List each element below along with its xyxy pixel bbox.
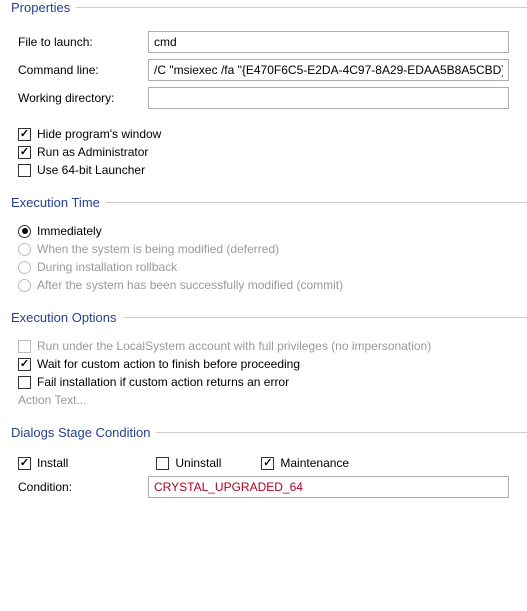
rollback-label: During installation rollback — [37, 260, 177, 274]
rollback-radio — [18, 261, 31, 274]
working-directory-row: Working directory: — [18, 87, 509, 109]
hide-window-label: Hide program's window — [37, 127, 161, 141]
properties-section: Properties File to launch: Command line:… — [0, 0, 527, 195]
dialogs-stage-section: Dialogs Stage Condition Install Uninstal… — [0, 425, 527, 518]
condition-row: Condition: — [18, 476, 509, 498]
fail-row[interactable]: Fail installation if custom action retur… — [18, 375, 509, 389]
commit-row: After the system has been successfully m… — [18, 278, 509, 292]
commit-label: After the system has been successfully m… — [37, 278, 343, 292]
install-label: Install — [37, 456, 68, 470]
deferred-radio — [18, 243, 31, 256]
maintenance-label: Maintenance — [280, 456, 349, 470]
command-line-label: Command line: — [18, 63, 148, 77]
wait-row[interactable]: Wait for custom action to finish before … — [18, 357, 509, 371]
stage-checks-row: Install Uninstall Maintenance — [18, 456, 509, 470]
localsystem-label: Run under the LocalSystem account with f… — [37, 339, 431, 353]
fail-checkbox[interactable] — [18, 376, 31, 389]
run-as-admin-label: Run as Administrator — [37, 145, 148, 159]
execution-options-legend: Execution Options — [0, 310, 123, 325]
immediately-radio[interactable] — [18, 225, 31, 238]
uninstall-label: Uninstall — [175, 456, 221, 470]
fail-label: Fail installation if custom action retur… — [37, 375, 289, 389]
action-text-row[interactable]: Action Text... — [18, 393, 509, 407]
properties-legend: Properties — [0, 0, 76, 15]
install-row[interactable]: Install — [18, 456, 68, 470]
immediately-row[interactable]: Immediately — [18, 224, 509, 238]
file-to-launch-label: File to launch: — [18, 35, 148, 49]
use-64bit-checkbox[interactable] — [18, 164, 31, 177]
working-directory-input[interactable] — [148, 87, 509, 109]
wait-checkbox[interactable] — [18, 358, 31, 371]
hide-window-checkbox[interactable] — [18, 128, 31, 141]
command-line-row: Command line: — [18, 59, 509, 81]
install-checkbox[interactable] — [18, 457, 31, 470]
execution-time-legend: Execution Time — [0, 195, 106, 210]
action-text-link[interactable]: Action Text... — [18, 393, 86, 407]
file-to-launch-row: File to launch: — [18, 31, 509, 53]
deferred-label: When the system is being modified (defer… — [37, 242, 279, 256]
run-as-admin-checkbox[interactable] — [18, 146, 31, 159]
file-to-launch-input[interactable] — [148, 31, 509, 53]
run-as-admin-row[interactable]: Run as Administrator — [18, 145, 509, 159]
working-directory-label: Working directory: — [18, 91, 148, 105]
maintenance-row[interactable]: Maintenance — [261, 456, 349, 470]
dialogs-stage-legend: Dialogs Stage Condition — [0, 425, 156, 440]
commit-radio — [18, 279, 31, 292]
execution-time-section: Execution Time Immediately When the syst… — [0, 195, 527, 310]
wait-label: Wait for custom action to finish before … — [37, 357, 300, 371]
execution-options-section: Execution Options Run under the LocalSys… — [0, 310, 527, 425]
use-64bit-row[interactable]: Use 64-bit Launcher — [18, 163, 509, 177]
condition-label: Condition: — [18, 480, 148, 494]
deferred-row: When the system is being modified (defer… — [18, 242, 509, 256]
condition-input[interactable] — [148, 476, 509, 498]
hide-window-row[interactable]: Hide program's window — [18, 127, 509, 141]
localsystem-row: Run under the LocalSystem account with f… — [18, 339, 509, 353]
uninstall-row[interactable]: Uninstall — [156, 456, 221, 470]
rollback-row: During installation rollback — [18, 260, 509, 274]
localsystem-checkbox — [18, 340, 31, 353]
maintenance-checkbox[interactable] — [261, 457, 274, 470]
immediately-label: Immediately — [37, 224, 102, 238]
use-64bit-label: Use 64-bit Launcher — [37, 163, 145, 177]
uninstall-checkbox[interactable] — [156, 457, 169, 470]
command-line-input[interactable] — [148, 59, 509, 81]
